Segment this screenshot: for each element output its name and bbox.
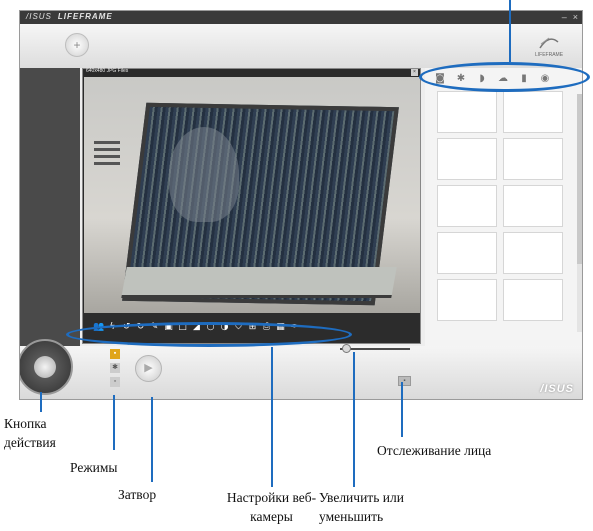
leader-face-tracking [401,382,403,437]
scrollbar-thumb[interactable] [577,94,582,264]
mode-selector: ▪ ✱ ▫ [110,349,120,387]
shutter-label: Затвор [118,487,157,502]
leader-zoom [353,352,355,487]
thumbnail[interactable] [503,279,563,321]
camera-image [84,77,420,313]
leader-webcam-settings [271,347,273,487]
zoom-slider-knob[interactable] [342,344,351,353]
scrollbar[interactable] [577,94,582,332]
lifeframe-logo: LIFEFRAME [524,34,574,58]
shutter-button[interactable]: ▶ [135,355,162,382]
app-title: LIFEFRAME [57,12,113,21]
close-icon[interactable]: × [411,69,418,76]
right-toolbar-highlight [419,62,590,92]
add-button[interactable]: + [65,33,89,57]
modes-label: Режимы [70,460,118,475]
action-button[interactable] [20,339,73,395]
face-tracking-button[interactable]: ▪ [398,376,411,386]
photo-mode[interactable]: ▪ [110,349,120,359]
title-bar: /ISUS LIFEFRAME – × [20,11,582,24]
leader-modes [113,395,115,450]
settings-mode[interactable]: ✱ [110,363,120,373]
thumbnail[interactable] [503,91,563,133]
zoom-label: Увеличить или уменьшить [319,490,404,524]
camera-preview: 640x480 JPG Files × 👥 ϟ ↺ ↻ ✎ ▣ □ ◢ ○ ◑ … [82,68,421,344]
logo-icon [539,37,559,49]
leader-shutter [151,397,153,482]
left-panel [20,68,80,346]
thumbnail-grid [437,91,563,321]
app-brand: /ISUS LIFEFRAME [26,12,113,21]
thumbnail[interactable] [437,232,497,274]
logo-text: LIFEFRAME [534,52,564,58]
leader-right-toolbar [509,0,511,62]
minimize-button[interactable]: – [562,11,567,23]
close-button[interactable]: × [573,11,578,23]
asus-logo: /ISUS [540,383,574,395]
play-icon: ▶ [144,362,153,374]
face-tracking-label: Отслеживание лица [377,443,492,458]
wall-text-decoration [94,137,124,177]
add-icon: + [73,38,81,52]
thumbnail[interactable] [437,279,497,321]
webcam-settings-label: Настройки веб-камеры [226,490,317,524]
action-button-label: Кнопка действия [4,416,56,450]
preview-label: 640x480 JPG Files [86,68,129,74]
webcam-settings-highlight [66,322,352,347]
right-panel: ◙ ✱ ◗ ☁ ▮ ◉ [425,68,582,346]
leader-action-button [40,392,42,412]
bottom-controls: ▪ ✱ ▫ ▶ ▪ /ISUS [20,339,582,399]
thumbnail[interactable] [437,138,497,180]
thumbnail[interactable] [503,138,563,180]
mosaic-base [121,267,397,298]
thumbnail[interactable] [503,185,563,227]
mosaic-face [169,127,239,222]
thumbnail[interactable] [437,185,497,227]
camera-lens-icon [34,356,56,378]
thumbnail[interactable] [437,91,497,133]
window-controls: – × [562,11,578,23]
video-mode[interactable]: ▫ [110,377,120,387]
thumbnail[interactable] [503,232,563,274]
